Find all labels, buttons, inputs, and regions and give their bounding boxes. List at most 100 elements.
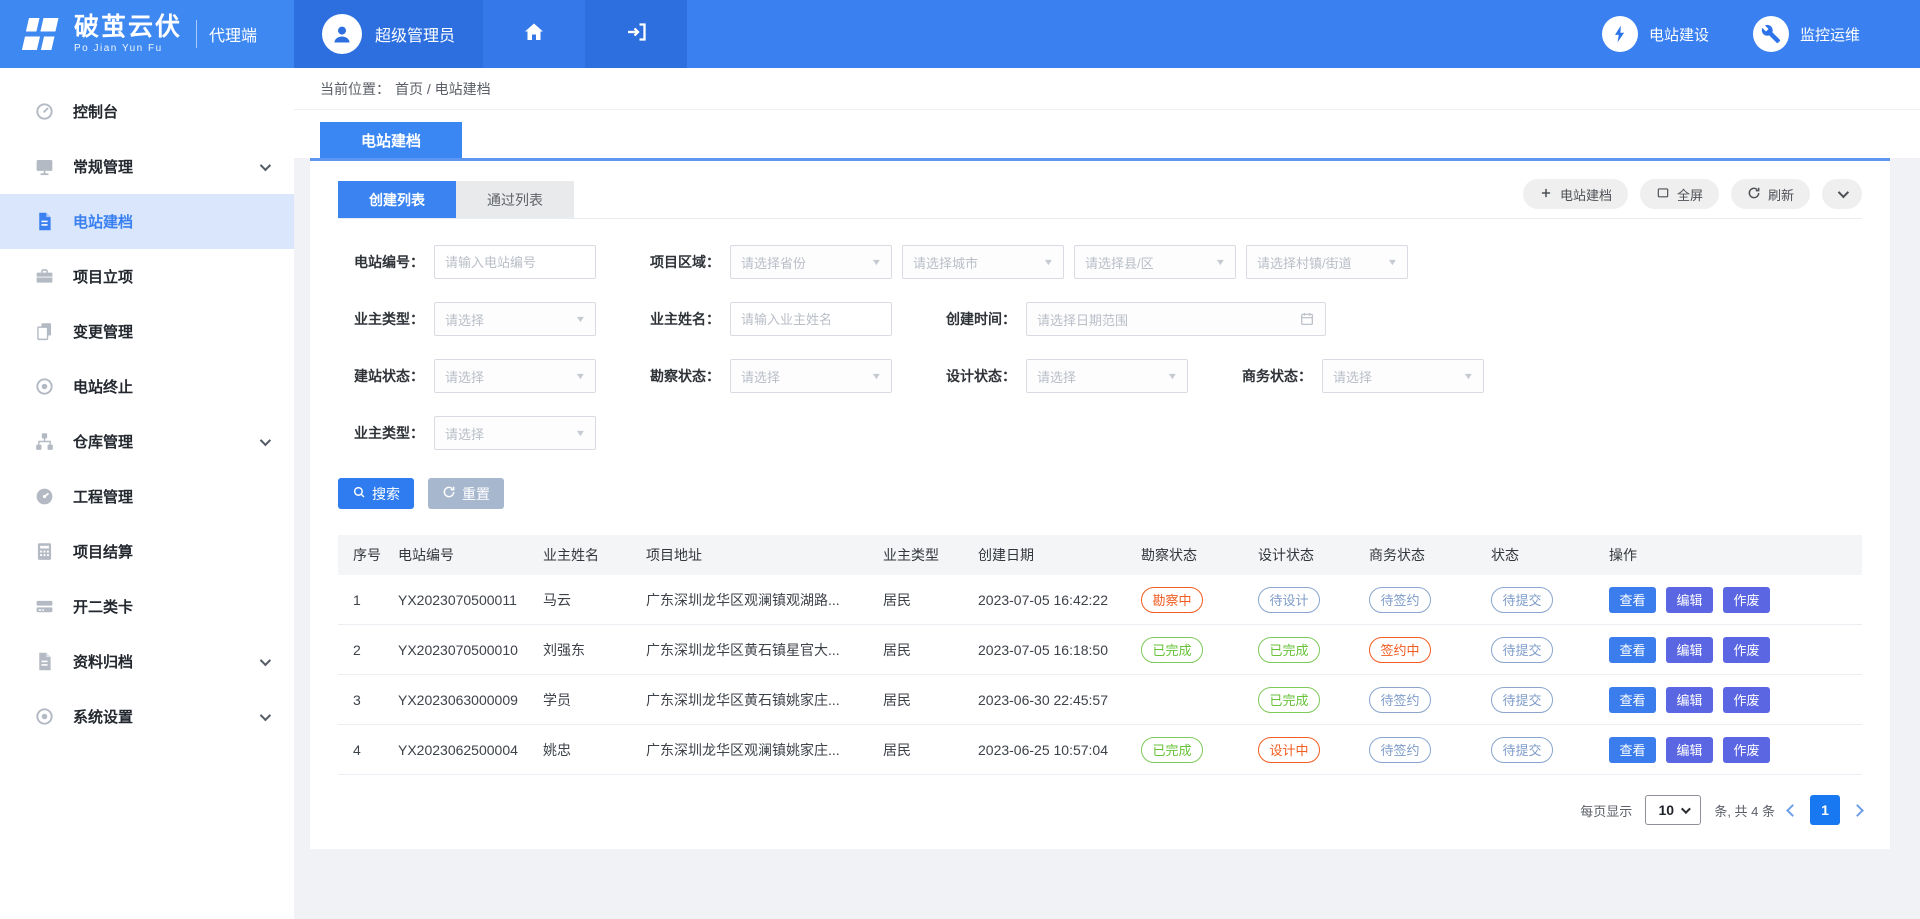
caret-down-icon: ▼	[575, 371, 587, 381]
select-placeholder: 请选择	[1037, 367, 1076, 386]
chevron-down-icon	[260, 709, 271, 720]
main-content: 当前位置： 首页 / 电站建档 电站建档 创建列表通过列表 电站建档全屏刷新 电…	[294, 68, 1920, 919]
user-menu[interactable]: 超级管理员	[294, 0, 483, 68]
cell-project-address: 广东深圳龙华区观澜镇观湖路...	[641, 590, 878, 610]
build-status-select[interactable]: 请选择 ▼	[434, 359, 596, 393]
user-name: 超级管理员	[375, 22, 455, 46]
page-tab[interactable]: 电站建档	[320, 122, 462, 158]
sidebar-item-label: 电站终止	[73, 376, 133, 397]
invalidate-button[interactable]: 作废	[1723, 687, 1770, 713]
view-button[interactable]: 查看	[1609, 637, 1656, 663]
sidebar-item-general-management[interactable]: 常规管理	[0, 139, 294, 194]
status-pill: 已完成	[1258, 687, 1320, 713]
sidebar-item-data-archive[interactable]: 资料归档	[0, 634, 294, 689]
cell-index: 4	[338, 742, 393, 758]
city-select[interactable]: 请选择城市▼	[902, 245, 1064, 279]
per-page-select[interactable]: 10	[1645, 795, 1701, 825]
status-pill: 已完成	[1258, 637, 1320, 663]
toolbar-button-label: 刷新	[1768, 185, 1794, 204]
sidebar-item-project-initiation[interactable]: 项目立项	[0, 249, 294, 304]
sidebar-item-warehouse-management[interactable]: 仓库管理	[0, 414, 294, 469]
logo[interactable]: 破茧云伏 Po Jian Yun Fu 代理端	[0, 0, 294, 68]
sidebar-item-second-type-card[interactable]: 开二类卡	[0, 579, 294, 634]
town-select[interactable]: 请选择村镇/街道▼	[1246, 245, 1408, 279]
status-pill: 待提交	[1491, 737, 1553, 763]
edit-button[interactable]: 编辑	[1666, 587, 1713, 613]
header-spacer	[687, 0, 1602, 68]
sidebar-item-console[interactable]: 控制台	[0, 84, 294, 139]
select-placeholder: 请选择	[741, 367, 780, 386]
view-button[interactable]: 查看	[1609, 737, 1656, 763]
select-placeholder: 请选择	[445, 367, 484, 386]
logo-icon	[18, 16, 64, 52]
province-select[interactable]: 请选择省份▼	[730, 245, 892, 279]
created-date-range-input[interactable]: 请选择日期范围	[1026, 302, 1326, 336]
tab-create-list[interactable]: 创建列表	[338, 181, 456, 218]
view-button[interactable]: 查看	[1609, 587, 1656, 613]
invalidate-button[interactable]: 作废	[1723, 587, 1770, 613]
toolbar-create-station-button[interactable]: 电站建档	[1523, 179, 1628, 209]
status-pill: 待提交	[1491, 587, 1553, 613]
owner-name-input[interactable]	[730, 302, 892, 336]
sidebar-item-system-settings[interactable]: 系统设置	[0, 689, 294, 744]
stations-table: 序号电站编号业主姓名项目地址业主类型创建日期勘察状态设计状态商务状态状态操作1Y…	[338, 535, 1862, 775]
header-link-station-construction[interactable]: 电站建设	[1602, 16, 1709, 52]
edit-button[interactable]: 编辑	[1666, 687, 1713, 713]
home-button[interactable]	[483, 0, 585, 68]
status-pill: 待设计	[1258, 587, 1320, 613]
bolt-icon	[1602, 16, 1638, 52]
table-row: 4YX2023062500004姚忠广东深圳龙华区观澜镇姚家庄...居民2023…	[338, 725, 1862, 775]
cell-owner-type: 居民	[878, 640, 973, 660]
reset-button[interactable]: 重置	[428, 478, 504, 509]
chevron-down-icon	[1681, 804, 1691, 814]
breadcrumb: 当前位置： 首页 / 电站建档	[294, 68, 1920, 110]
tab-pass-list[interactable]: 通过列表	[456, 181, 574, 218]
cell-index: 2	[338, 642, 393, 658]
search-button[interactable]: 搜索	[338, 478, 414, 509]
sidebar-item-change-management[interactable]: 变更管理	[0, 304, 294, 359]
logout-button[interactable]	[585, 0, 687, 68]
header-link-monitoring-ops[interactable]: 监控运维	[1753, 16, 1860, 52]
view-button[interactable]: 查看	[1609, 687, 1656, 713]
column-header: 业主姓名	[538, 545, 641, 565]
column-header: 电站编号	[393, 545, 538, 565]
total-count-label: 条, 共 4 条	[1714, 801, 1775, 820]
filter-group: 请选择城市▼	[902, 245, 1064, 279]
edit-button[interactable]: 编辑	[1666, 737, 1713, 763]
filter-group: 设计状态：请选择▼	[930, 359, 1188, 393]
edit-button[interactable]: 编辑	[1666, 637, 1713, 663]
sidebar-item-engineering-management[interactable]: 工程管理	[0, 469, 294, 524]
filter-label: 建站状态：	[338, 366, 434, 386]
toolbar-refresh-button[interactable]: 刷新	[1731, 179, 1810, 209]
cell-business-status: 待签约	[1364, 587, 1486, 613]
owner-type-select-2[interactable]: 请选择▼	[434, 416, 596, 450]
document-icon	[34, 211, 56, 232]
toolbar-collapse-button[interactable]	[1822, 179, 1862, 209]
cell-project-address: 广东深圳龙华区黄石镇星官大...	[641, 640, 878, 660]
sidebar-item-station-termination[interactable]: 电站终止	[0, 359, 294, 414]
survey-status-select[interactable]: 请选择▼	[730, 359, 892, 393]
invalidate-button[interactable]: 作废	[1723, 737, 1770, 763]
filter-label: 项目区域：	[634, 252, 730, 272]
sidebar-item-label: 资料归档	[73, 651, 133, 672]
refresh-icon	[1747, 186, 1761, 203]
sidebar-item-label: 常规管理	[73, 156, 133, 177]
select-placeholder: 请选择县/区	[1085, 253, 1154, 272]
design-status-select[interactable]: 请选择▼	[1026, 359, 1188, 393]
toolbar-fullscreen-button[interactable]: 全屏	[1640, 179, 1719, 209]
column-header: 业主类型	[878, 545, 973, 565]
sidebar-item-station-archive[interactable]: 电站建档	[0, 194, 294, 249]
next-page-button[interactable]	[1851, 804, 1864, 817]
header-link-label: 电站建设	[1649, 24, 1709, 45]
column-header: 操作	[1604, 545, 1862, 565]
sidebar-item-project-settlement[interactable]: 项目结算	[0, 524, 294, 579]
owner-type-select[interactable]: 请选择▼	[434, 302, 596, 336]
station-code-input[interactable]	[434, 245, 596, 279]
filter-label: 创建时间：	[930, 309, 1026, 329]
date-placeholder: 请选择日期范围	[1037, 310, 1128, 329]
current-page[interactable]: 1	[1810, 795, 1840, 825]
district-select[interactable]: 请选择县/区▼	[1074, 245, 1236, 279]
business-status-select[interactable]: 请选择▼	[1322, 359, 1484, 393]
invalidate-button[interactable]: 作废	[1723, 637, 1770, 663]
prev-page-button[interactable]	[1786, 804, 1799, 817]
